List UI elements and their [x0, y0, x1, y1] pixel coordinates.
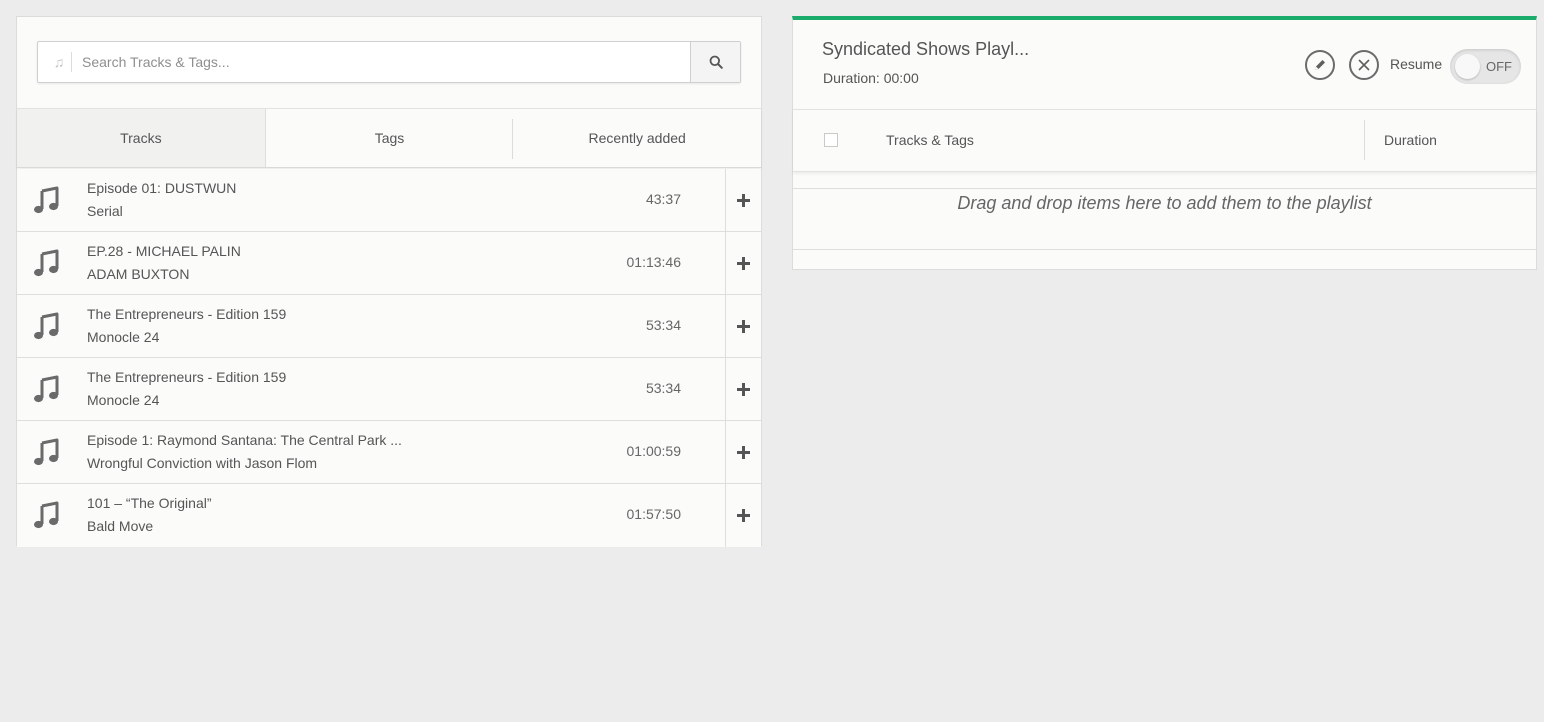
plus-icon [737, 383, 750, 396]
search-button[interactable] [690, 42, 740, 82]
track-artist: Monocle 24 [87, 329, 160, 345]
track-duration: 01:00:59 [626, 443, 682, 459]
edit-playlist-button[interactable] [1305, 50, 1335, 80]
tab-tags[interactable]: Tags [266, 109, 514, 167]
track-list: Episode 01: DUSTWUN Serial 43:37 EP.28 -… [17, 169, 761, 547]
music-note-icon: ♫ [53, 54, 65, 70]
add-track-button[interactable] [725, 232, 761, 295]
track-artist: Bald Move [87, 518, 154, 534]
search-divider [71, 52, 72, 72]
playlist-duration: Duration: 00:00 [823, 70, 919, 86]
pencil-icon [1315, 60, 1325, 70]
toggle-knob [1455, 54, 1480, 79]
track-artist: ADAM BUXTON [87, 266, 190, 282]
music-note-icon [34, 186, 59, 214]
column-divider [1364, 120, 1365, 160]
add-track-button[interactable] [725, 295, 761, 358]
track-row[interactable]: The Entrepreneurs - Edition 159 Monocle … [17, 358, 761, 421]
track-artist: Monocle 24 [87, 392, 160, 408]
tab-recently-added[interactable]: Recently added [513, 109, 761, 167]
track-row[interactable]: EP.28 - MICHAEL PALIN ADAM BUXTON 01:13:… [17, 232, 761, 295]
library-tabs: Tracks Tags Recently added [17, 108, 761, 168]
close-playlist-button[interactable] [1349, 50, 1379, 80]
track-title: EP.28 - MICHAEL PALIN [87, 243, 241, 259]
track-title: The Entrepreneurs - Edition 159 [87, 369, 287, 385]
track-row[interactable]: Episode 01: DUSTWUN Serial 43:37 [17, 169, 761, 232]
plus-icon [737, 446, 750, 459]
music-note-icon [34, 375, 59, 403]
track-title: Episode 01: DUSTWUN [87, 180, 237, 196]
add-track-button[interactable] [725, 484, 761, 547]
add-track-button[interactable] [725, 358, 761, 421]
column-tracks-tags[interactable]: Tracks & Tags [886, 132, 974, 148]
music-note-icon [34, 501, 59, 529]
close-icon [1358, 59, 1370, 71]
track-artist: Serial [87, 203, 123, 219]
track-title: 101 – “The Original” [87, 495, 212, 511]
plus-icon [737, 257, 750, 270]
track-duration: 53:34 [645, 317, 681, 333]
music-note-icon [34, 312, 59, 340]
plus-icon [737, 320, 750, 333]
dropzone-text: Drag and drop items here to add them to … [957, 193, 1372, 213]
search-area: ♫ [17, 17, 761, 108]
music-note-icon [34, 249, 59, 277]
track-artist: Wrongful Conviction with Jason Flom [87, 455, 318, 471]
track-duration: 43:37 [645, 191, 681, 207]
playlist-header: Syndicated Shows Playl... Duration: 00:0… [793, 20, 1536, 109]
track-title: The Entrepreneurs - Edition 159 [87, 306, 287, 322]
track-row[interactable]: Episode 1: Raymond Santana: The Central … [17, 421, 761, 484]
tab-tracks[interactable]: Tracks [17, 109, 266, 167]
playlist-panel: Syndicated Shows Playl... Duration: 00:0… [792, 16, 1537, 270]
playlist-table-header: Tracks & Tags Duration [793, 109, 1536, 172]
playlist-dropzone[interactable]: Drag and drop items here to add them to … [793, 188, 1536, 250]
search-input[interactable] [82, 42, 682, 82]
select-all-checkbox[interactable] [824, 133, 838, 147]
add-track-button[interactable] [725, 421, 761, 484]
plus-icon [737, 509, 750, 522]
track-row[interactable]: 101 – “The Original” Bald Move 01:57:50 [17, 484, 761, 547]
track-title: Episode 1: Raymond Santana: The Central … [87, 432, 402, 448]
resume-toggle[interactable]: OFF [1450, 49, 1521, 84]
music-note-icon [34, 438, 59, 466]
search-icon [709, 55, 723, 69]
add-track-button[interactable] [725, 169, 761, 232]
column-duration[interactable]: Duration [1384, 132, 1437, 148]
track-duration: 01:57:50 [626, 506, 682, 522]
search-box: ♫ [37, 41, 741, 83]
track-row[interactable]: The Entrepreneurs - Edition 159 Monocle … [17, 295, 761, 358]
track-duration: 01:13:46 [626, 254, 682, 270]
resume-label: Resume [1390, 56, 1443, 72]
library-panel: ♫ Tracks Tags Recently added Episode 01:… [16, 16, 762, 547]
track-duration: 53:34 [645, 380, 681, 396]
playlist-title: Syndicated Shows Playl... [822, 39, 1030, 59]
toggle-state-text: OFF [1486, 59, 1512, 74]
plus-icon [737, 194, 750, 207]
